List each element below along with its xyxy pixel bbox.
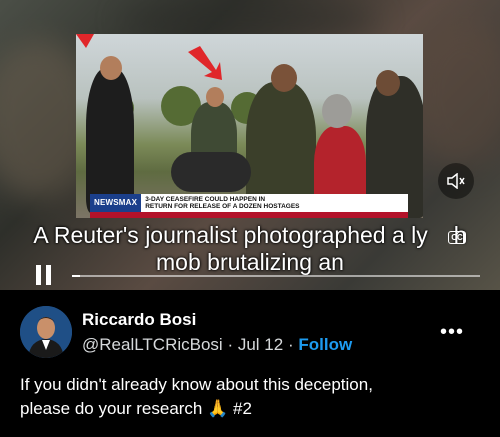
video-progress-bar[interactable] <box>72 275 480 277</box>
headline-line: 3-DAY CEASEFIRE COULD HAPPEN IN <box>145 196 266 203</box>
hashtag[interactable]: #2 <box>233 399 252 418</box>
news-headline: 3-DAY CEASEFIRE COULD HAPPEN IN RETURN F… <box>141 196 299 210</box>
more-options-icon[interactable]: ••• <box>440 321 464 344</box>
pause-icon <box>46 265 51 285</box>
volume-button[interactable] <box>438 163 474 199</box>
post-text-line: please do your research 🙏 #2 <box>20 397 490 421</box>
captions-button[interactable]: CC <box>445 228 469 246</box>
pause-button[interactable] <box>34 265 54 285</box>
video-progress-fill <box>72 275 81 277</box>
separator: · <box>287 335 294 354</box>
author-handle[interactable]: @RealLTCRicBosi <box>82 335 223 354</box>
author-name[interactable]: Riccardo Bosi <box>82 310 196 330</box>
post-text-fragment: please do your research <box>20 399 203 418</box>
post-text: If you didn't already know about this de… <box>20 373 490 421</box>
caption-line-2: mob brutalizing an <box>156 249 344 275</box>
avatar-image <box>20 306 72 358</box>
arrow-icon <box>188 46 222 80</box>
avatar[interactable] <box>20 306 72 358</box>
post-text-line: If you didn't already know about this de… <box>20 375 373 394</box>
pause-icon <box>36 265 41 285</box>
pray-emoji-icon: 🙏 <box>207 399 229 418</box>
background-blur <box>410 20 500 170</box>
cc-icon: CC <box>448 230 466 244</box>
video-frame <box>76 34 423 218</box>
headline-line: RETURN FOR RELEASE OF A DOZEN HOSTAGES <box>145 203 300 210</box>
caption-text: A Reuter's journalist photographed a ly <box>33 222 428 248</box>
red-arrows <box>76 34 222 80</box>
newsmax-logo: NEWSMAX <box>90 194 142 212</box>
video-player[interactable]: NEWSMAX 3-DAY CEASEFIRE COULD HAPPEN IN … <box>0 0 500 290</box>
follow-button[interactable]: Follow <box>298 335 352 354</box>
post-date[interactable]: Jul 12 <box>238 335 283 354</box>
caption-line-1: A Reuter's journalist photographed a ly h <box>0 222 500 249</box>
speaker-icon <box>447 173 465 189</box>
news-ticker-strip <box>90 212 408 218</box>
news-ticker: NEWSMAX 3-DAY CEASEFIRE COULD HAPPEN IN … <box>90 194 408 212</box>
separator: · <box>227 335 234 354</box>
author-meta: @RealLTCRicBosi · Jul 12 · Follow <box>82 335 352 355</box>
arrow-icon <box>76 34 94 48</box>
